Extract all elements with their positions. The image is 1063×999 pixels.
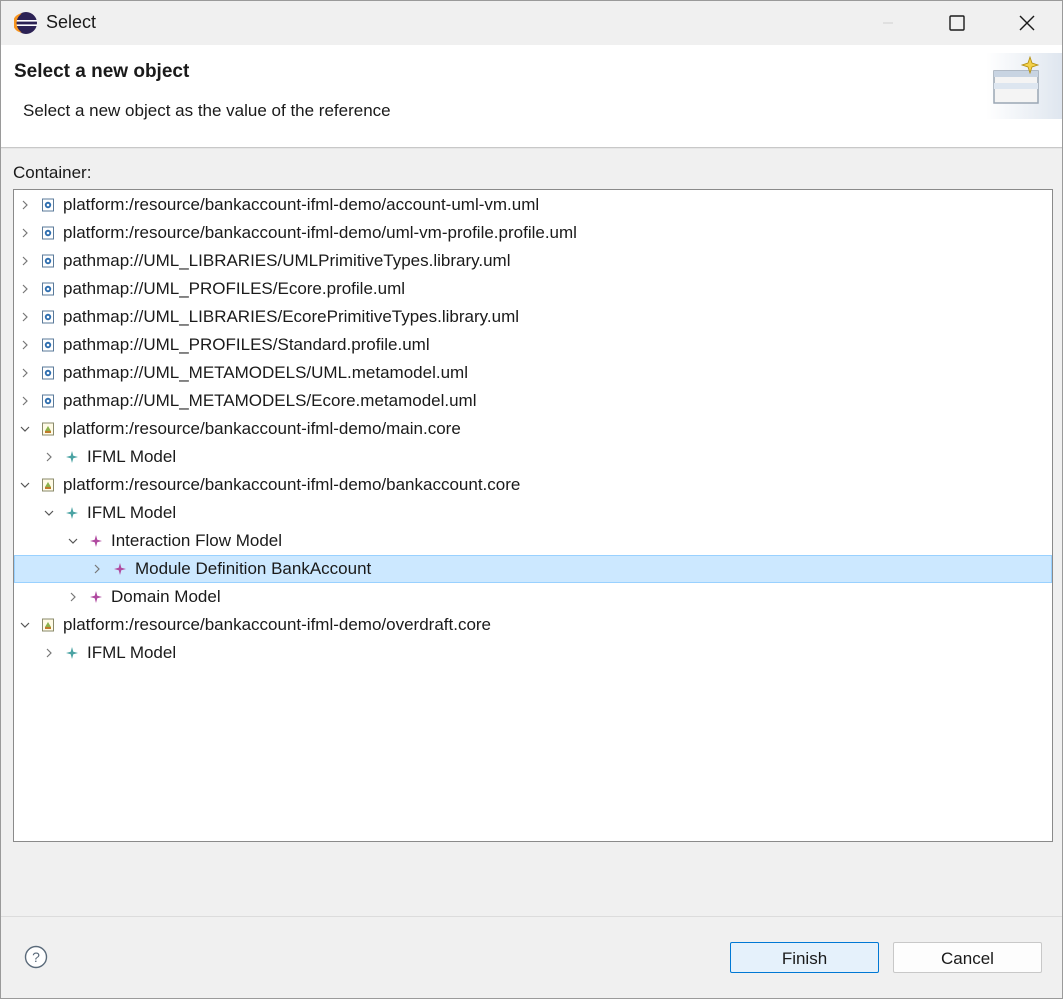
tree-item[interactable]: platform:/resource/bankaccount-ifml-demo… xyxy=(14,219,1052,247)
chevron-right-icon[interactable] xyxy=(43,451,55,463)
chevron-right-icon[interactable] xyxy=(19,283,31,295)
title-bar: Select xyxy=(1,1,1062,45)
tree-item[interactable]: pathmap://UML_METAMODELS/Ecore.metamodel… xyxy=(14,387,1052,415)
minimize-icon xyxy=(883,22,893,24)
minimize-button[interactable] xyxy=(853,1,923,45)
tree-item[interactable]: platform:/resource/bankaccount-ifml-demo… xyxy=(14,611,1052,639)
cancel-button[interactable]: Cancel xyxy=(893,942,1042,973)
core-file-icon xyxy=(42,618,54,632)
header-separator xyxy=(1,148,1062,149)
uml-file-icon xyxy=(42,198,54,212)
tree-item-label: Domain Model xyxy=(111,587,221,606)
tree-item[interactable]: platform:/resource/bankaccount-ifml-demo… xyxy=(14,415,1052,443)
tree-item-label: Interaction Flow Model xyxy=(111,531,283,550)
tree-item-label: pathmap://UML_LIBRARIES/EcorePrimitiveTy… xyxy=(63,307,520,326)
window-title: Select xyxy=(46,12,97,32)
finish-button[interactable]: Finish xyxy=(730,942,879,973)
close-icon xyxy=(1019,15,1035,31)
header-description: Select a new object as the value of the … xyxy=(23,101,391,120)
tree-item-label: pathmap://UML_PROFILES/Standard.profile.… xyxy=(63,335,430,354)
maximize-icon xyxy=(949,15,965,31)
tree-item-label: pathmap://UML_METAMODELS/Ecore.metamodel… xyxy=(63,391,477,410)
tree-item-label: platform:/resource/bankaccount-ifml-demo… xyxy=(63,615,492,634)
tree-item[interactable]: Module Definition BankAccount xyxy=(14,555,1052,583)
help-icon[interactable]: ? xyxy=(24,945,48,969)
tree-item-label: platform:/resource/bankaccount-ifml-demo… xyxy=(63,223,577,242)
core-file-icon xyxy=(42,422,54,436)
chevron-right-icon[interactable] xyxy=(19,395,31,407)
svg-text:?: ? xyxy=(32,949,40,965)
tree-item-label: pathmap://UML_LIBRARIES/UMLPrimitiveType… xyxy=(63,251,511,270)
uml-file-icon xyxy=(42,226,54,240)
tree-item[interactable]: platform:/resource/bankaccount-ifml-demo… xyxy=(14,191,1052,219)
close-button[interactable] xyxy=(992,1,1062,45)
tree-item-label: pathmap://UML_PROFILES/Ecore.profile.uml xyxy=(63,279,406,298)
uml-file-icon xyxy=(42,366,54,380)
model-element-icon xyxy=(90,591,102,603)
tree-item-label: Module Definition BankAccount xyxy=(135,559,372,578)
chevron-right-icon[interactable] xyxy=(19,339,31,351)
tree-item-label: IFML Model xyxy=(87,643,177,662)
tree-item[interactable]: IFML Model xyxy=(14,639,1052,667)
tree-item[interactable]: IFML Model xyxy=(14,499,1052,527)
tree-item[interactable]: pathmap://UML_LIBRARIES/UMLPrimitiveType… xyxy=(14,247,1052,275)
ifml-model-icon xyxy=(66,451,78,463)
chevron-right-icon[interactable] xyxy=(19,367,31,379)
chevron-right-icon[interactable] xyxy=(91,563,103,575)
tree-item[interactable]: pathmap://UML_LIBRARIES/EcorePrimitiveTy… xyxy=(14,303,1052,331)
ifml-model-icon xyxy=(66,647,78,659)
container-tree[interactable]: platform:/resource/bankaccount-ifml-demo… xyxy=(13,189,1053,842)
tree-item[interactable]: pathmap://UML_PROFILES/Standard.profile.… xyxy=(14,331,1052,359)
tree-item-label: IFML Model xyxy=(87,503,177,522)
chevron-right-icon[interactable] xyxy=(19,227,31,239)
eclipse-app-icon xyxy=(14,12,37,34)
uml-file-icon xyxy=(42,310,54,324)
chevron-down-icon[interactable] xyxy=(19,479,31,491)
tree-item[interactable]: Domain Model xyxy=(14,583,1052,611)
tree-item[interactable]: Interaction Flow Model xyxy=(14,527,1052,555)
tree-item[interactable]: platform:/resource/bankaccount-ifml-demo… xyxy=(14,471,1052,499)
uml-file-icon xyxy=(42,254,54,268)
chevron-down-icon[interactable] xyxy=(19,619,31,631)
tree-item-label: pathmap://UML_METAMODELS/UML.metamodel.u… xyxy=(63,363,468,382)
button-bar-separator xyxy=(1,916,1062,917)
tree-item-label: platform:/resource/bankaccount-ifml-demo… xyxy=(63,475,521,494)
wizard-banner-icon xyxy=(986,53,1062,119)
select-dialog: Select Select a new object Select a new … xyxy=(0,0,1063,999)
tree-item[interactable]: IFML Model xyxy=(14,443,1052,471)
tree-item[interactable]: pathmap://UML_PROFILES/Ecore.profile.uml xyxy=(14,275,1052,303)
tree-item[interactable]: pathmap://UML_METAMODELS/UML.metamodel.u… xyxy=(14,359,1052,387)
dialog-header: Select a new object Select a new object … xyxy=(1,45,1062,148)
tree-item-label: IFML Model xyxy=(87,447,177,466)
uml-file-icon xyxy=(42,338,54,352)
uml-file-icon xyxy=(42,282,54,296)
header-title: Select a new object xyxy=(14,61,190,82)
chevron-down-icon[interactable] xyxy=(67,535,79,547)
chevron-right-icon[interactable] xyxy=(43,647,55,659)
container-label: Container: xyxy=(13,163,92,182)
chevron-right-icon[interactable] xyxy=(19,311,31,323)
tree-item-label: platform:/resource/bankaccount-ifml-demo… xyxy=(63,419,461,438)
chevron-right-icon[interactable] xyxy=(19,199,31,211)
maximize-button[interactable] xyxy=(922,1,992,45)
uml-file-icon xyxy=(42,394,54,408)
core-file-icon xyxy=(42,478,54,492)
chevron-right-icon[interactable] xyxy=(19,255,31,267)
ifml-model-icon xyxy=(66,507,78,519)
model-element-icon xyxy=(114,563,126,575)
tree-item-label: platform:/resource/bankaccount-ifml-demo… xyxy=(63,195,540,214)
chevron-right-icon[interactable] xyxy=(67,591,79,603)
model-element-icon xyxy=(90,535,102,547)
chevron-down-icon[interactable] xyxy=(43,507,55,519)
chevron-down-icon[interactable] xyxy=(19,423,31,435)
